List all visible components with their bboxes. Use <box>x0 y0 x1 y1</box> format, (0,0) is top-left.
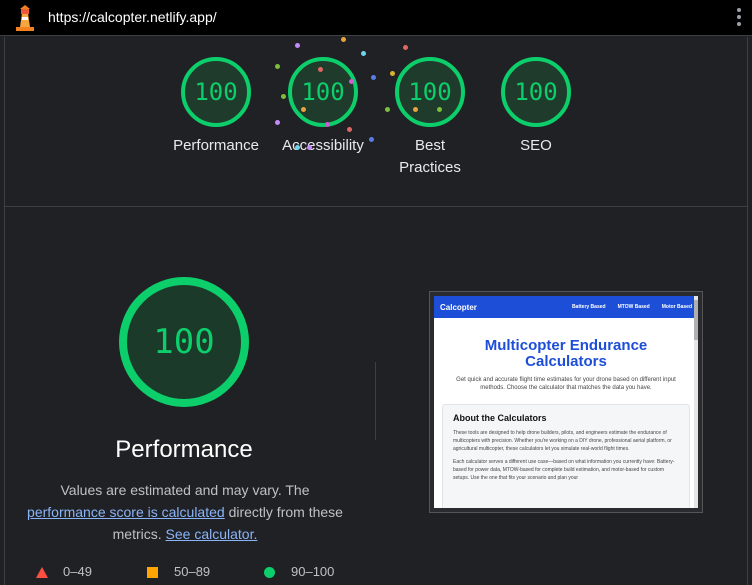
confetti-particle <box>361 51 366 56</box>
site-navbar: Calcopter Battery Based MTOW Based Motor… <box>434 296 698 318</box>
kebab-menu-icon[interactable] <box>736 8 742 28</box>
frame-border-right <box>747 207 748 585</box>
confetti-particle <box>325 122 330 127</box>
lighthouse-icon <box>16 5 34 31</box>
gauge-seo[interactable]: 100 SEO <box>481 57 591 157</box>
gauge-ring: 100 <box>181 57 251 127</box>
gauge-label: Performance <box>173 137 259 154</box>
confetti-particle <box>275 64 280 69</box>
confetti-particle <box>437 107 442 112</box>
confetti-particle <box>349 79 354 84</box>
score-calculated-link[interactable]: performance score is calculated <box>27 504 225 520</box>
score-summary: 100 Performance 100 Accessibility 100 Be… <box>4 37 748 207</box>
performance-title: Performance <box>115 436 253 463</box>
confetti-particle <box>413 107 418 112</box>
gauge-label: Accessibility <box>282 137 364 154</box>
gauge-ring: 100 <box>395 57 465 127</box>
confetti-particle <box>369 137 374 142</box>
confetti-particle <box>295 43 300 48</box>
confetti-particle <box>371 75 376 80</box>
pass-circle-icon <box>264 567 275 578</box>
legend-pass-label: 90–100 <box>291 564 335 579</box>
site-nav-link: MTOW Based <box>617 304 650 310</box>
confetti-particle <box>295 145 300 150</box>
legend-average: 50–89 <box>147 564 210 579</box>
confetti-particle <box>385 107 390 112</box>
gauge-label: Best Practices <box>399 137 461 176</box>
gauge-label: SEO <box>520 137 552 154</box>
performance-description: Values are estimated and may vary. The p… <box>20 479 350 545</box>
site-brand: Calcopter <box>440 302 477 312</box>
performance-score: 100 <box>153 322 215 362</box>
confetti-particle <box>307 145 312 150</box>
site-card-paragraph: These tools are designed to help drone b… <box>453 430 672 452</box>
site-about-card: About the Calculators These tools are de… <box>442 404 690 508</box>
confetti-particle <box>281 94 286 99</box>
legend-fail-label: 0–49 <box>63 564 92 579</box>
gauge-score: 100 <box>408 78 452 106</box>
confetti-particle <box>347 127 352 132</box>
gauge-ring: 100 <box>288 57 358 127</box>
gauge-score: 100 <box>514 78 558 106</box>
performance-gauge-large: 100 <box>119 277 249 407</box>
confetti-particle <box>301 107 306 112</box>
top-bar: https://calcopter.netlify.app/ <box>0 0 752 36</box>
legend-pass: 90–100 <box>264 564 334 579</box>
gauge-performance[interactable]: 100 Performance <box>161 57 271 157</box>
site-card-title: About the Calculators <box>453 413 547 423</box>
gauge-score: 100 <box>194 78 238 106</box>
site-card-paragraph: Each calculator serves a different use c… <box>453 459 675 481</box>
site-nav-link: Motor Based <box>661 304 692 310</box>
frame-border-left <box>4 207 5 585</box>
confetti-particle <box>318 67 323 72</box>
gauge-ring: 100 <box>501 57 571 127</box>
confetti-particle <box>341 37 346 42</box>
page-url: https://calcopter.netlify.app/ <box>48 9 217 25</box>
final-screenshot[interactable]: Calcopter Battery Based MTOW Based Motor… <box>429 291 703 513</box>
gauge-accessibility[interactable]: 100 Accessibility <box>268 57 378 157</box>
average-square-icon <box>147 567 158 578</box>
legend-average-label: 50–89 <box>174 564 211 579</box>
confetti-particle <box>403 45 408 50</box>
screenshot-scrollbar <box>694 296 698 508</box>
confetti-particle <box>390 71 395 76</box>
legend-fail: 0–49 <box>36 564 92 579</box>
gauge-score: 100 <box>301 78 345 106</box>
site-nav-link: Battery Based <box>571 304 606 310</box>
site-hero-subtitle: Get quick and accurate flight time estim… <box>456 377 676 391</box>
site-nav-links: Battery Based MTOW Based Motor Based <box>572 304 692 310</box>
see-calculator-link[interactable]: See calculator. <box>166 526 258 542</box>
desc-text: Values are estimated and may vary. The <box>60 482 310 498</box>
fail-triangle-icon <box>36 567 48 578</box>
divider <box>375 362 376 440</box>
confetti-particle <box>275 120 280 125</box>
site-hero-title: Multicopter Endurance Calculators <box>484 337 648 370</box>
